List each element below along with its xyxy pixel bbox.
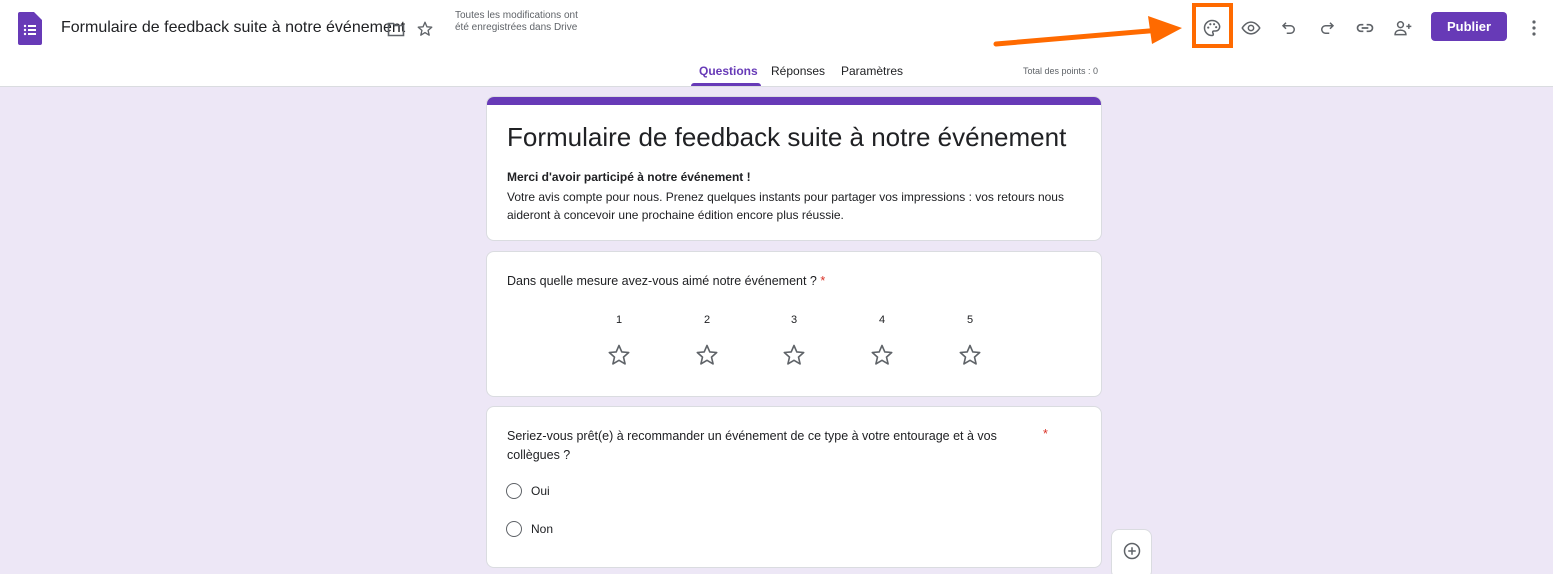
tab-responses[interactable]: Réponses — [771, 64, 825, 78]
star-icon[interactable] — [782, 343, 806, 367]
floating-toolbar — [1111, 529, 1152, 574]
undo-button[interactable] — [1275, 14, 1303, 42]
tab-settings[interactable]: Paramètres — [841, 64, 903, 78]
required-asterisk: * — [820, 274, 826, 288]
copy-link-button[interactable] — [1351, 14, 1379, 42]
star-icon[interactable] — [870, 343, 894, 367]
eye-icon — [1241, 21, 1261, 35]
rating-option-2[interactable]: 2 — [692, 314, 722, 367]
add-collaborators-button[interactable] — [1389, 14, 1417, 42]
question-card-radio[interactable]: Seriez-vous prêt(e) à recommander un évé… — [486, 406, 1102, 568]
redo-icon — [1321, 22, 1335, 34]
theme-accent-bar — [487, 97, 1101, 105]
rating-label: 5 — [966, 314, 974, 326]
radio-button[interactable] — [506, 483, 522, 499]
star-icon[interactable] — [414, 18, 436, 40]
annotation-arrow-icon — [993, 16, 1182, 47]
star-icon[interactable] — [695, 343, 719, 367]
top-app-bar: Formulaire de feedback suite à notre évé… — [0, 0, 1553, 87]
document-title[interactable]: Formulaire de feedback suite à notre évé… — [61, 19, 405, 37]
question-card-rating[interactable]: Dans quelle mesure avez-vous aimé notre … — [486, 251, 1102, 397]
star-icon[interactable] — [958, 343, 982, 367]
more-options-button[interactable] — [1524, 14, 1544, 42]
undo-icon — [1281, 22, 1295, 34]
save-status: Toutes les modifications ont été enregis… — [455, 10, 578, 33]
more-vert-icon — [1532, 20, 1536, 36]
rating-label: 1 — [615, 314, 623, 326]
rating-option-4[interactable]: 4 — [867, 314, 897, 367]
form-title[interactable]: Formulaire de feedback suite à notre évé… — [507, 122, 1066, 153]
required-asterisk: * — [1043, 427, 1048, 441]
radio-button[interactable] — [506, 521, 522, 537]
radio-option-oui[interactable]: Oui — [506, 481, 550, 501]
form-header-card[interactable]: Formulaire de feedback suite à notre évé… — [486, 96, 1102, 241]
tab-questions[interactable]: Questions — [699, 64, 758, 78]
form-description-heading[interactable]: Merci d'avoir participé à notre événemen… — [507, 170, 751, 184]
radio-label: Oui — [531, 484, 550, 498]
form-description[interactable]: Votre avis compte pour nous. Prenez quel… — [507, 188, 1082, 224]
radio-label: Non — [531, 522, 554, 536]
rating-option-5[interactable]: 5 — [955, 314, 985, 367]
question-title[interactable]: Dans quelle mesure avez-vous aimé notre … — [507, 272, 825, 291]
publish-button[interactable]: Publier — [1431, 12, 1507, 41]
rating-label: 2 — [703, 314, 711, 326]
question-title[interactable]: Seriez-vous prêt(e) à recommander un évé… — [507, 427, 1017, 465]
add-person-icon — [1394, 21, 1412, 36]
link-icon — [1356, 23, 1374, 33]
radio-option-non[interactable]: Non — [506, 519, 553, 539]
tab-bar: Questions Réponses Paramètres Total des … — [0, 58, 1553, 87]
palette-highlight-box — [1192, 3, 1233, 48]
rating-option-1[interactable]: 1 — [604, 314, 634, 367]
rating-label: 3 — [790, 314, 798, 326]
active-tab-indicator — [691, 83, 761, 86]
rating-label: 4 — [878, 314, 886, 326]
add-question-icon[interactable] — [1122, 541, 1142, 561]
preview-button[interactable] — [1237, 14, 1265, 42]
forms-logo-icon[interactable] — [18, 12, 42, 45]
redo-button[interactable] — [1313, 14, 1341, 42]
star-icon[interactable] — [607, 343, 631, 367]
folder-icon[interactable] — [385, 18, 407, 40]
rating-option-3[interactable]: 3 — [779, 314, 809, 367]
total-points: Total des points : 0 — [1023, 66, 1099, 76]
